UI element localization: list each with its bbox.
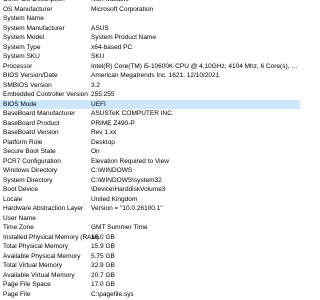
item-cell: System SKU bbox=[3, 53, 40, 60]
value-cell: Desktop bbox=[91, 138, 115, 146]
table-row[interactable]: Locale United Kingdom bbox=[0, 195, 300, 205]
item-cell: BaseBoard Version bbox=[3, 129, 59, 136]
item-cell: Total Virtual Memory bbox=[3, 262, 63, 269]
value-cell: SKU bbox=[91, 53, 105, 60]
table-row[interactable]: System Directory C:\WINDOWS\system32 bbox=[0, 176, 300, 186]
table-row[interactable]: PCR7 Configuration Elevation Required to … bbox=[0, 157, 300, 167]
item-cell: Total Physical Memory bbox=[3, 243, 69, 250]
value-cell: C:\WINDOWS bbox=[91, 167, 133, 174]
table-row[interactable]: Available Physical Memory 5.75 GB bbox=[0, 252, 300, 262]
value-cell: ASUS bbox=[91, 24, 109, 32]
value-cell: 5.75 GB bbox=[91, 252, 115, 260]
value-cell: On bbox=[91, 148, 100, 155]
table-row[interactable]: BaseBoard Manufacturer ASUSTeK COMPUTER I… bbox=[0, 109, 300, 119]
table-row[interactable]: BIOS Version/Date American Megatrends Inc… bbox=[0, 71, 300, 81]
table-row[interactable]: Installed Physical Memory (RAM) 16.0 GB bbox=[0, 233, 300, 243]
value-cell: Microsoft Corporation bbox=[91, 5, 154, 13]
item-cell: Hardware Abstraction Layer bbox=[3, 205, 84, 212]
item-cell: System Name bbox=[3, 15, 44, 22]
table-row[interactable]: Total Physical Memory 15.9 GB bbox=[0, 242, 300, 252]
table-row[interactable]: Time Zone GMT Summer Time bbox=[0, 223, 300, 233]
table-row[interactable]: Page File C:\pagefile.sys bbox=[0, 290, 300, 300]
item-cell: System Directory bbox=[3, 176, 53, 184]
value-cell: American Megatrends Inc. 1621, 12/10/202… bbox=[91, 72, 220, 79]
item-cell: Page File bbox=[3, 290, 31, 298]
value-cell: 255.255 bbox=[91, 91, 115, 98]
table-row[interactable]: Platform Role Desktop bbox=[0, 138, 300, 148]
value-cell: 3.2 bbox=[91, 81, 101, 89]
table-row[interactable]: Processor Intel(R) Core(TM) i5-10600K CPU… bbox=[0, 62, 300, 72]
value-cell: Version = "10.0.26100.1" bbox=[91, 205, 163, 212]
item-cell: System Model bbox=[3, 34, 45, 41]
value-cell: United Kingdom bbox=[91, 195, 138, 203]
value-cell: \Device\HarddiskVolume3 bbox=[91, 186, 166, 193]
table-row[interactable]: Secure Boot State On bbox=[0, 147, 300, 157]
value-cell: System Product Name bbox=[91, 34, 157, 41]
item-cell: User Name bbox=[3, 214, 36, 222]
item-cell: Processor bbox=[3, 62, 33, 70]
item-cell: BIOS Version/Date bbox=[3, 72, 58, 79]
table-row[interactable]: System Manufacturer ASUS bbox=[0, 24, 300, 34]
table-row[interactable]: Page File Space 17.0 GB bbox=[0, 280, 300, 290]
item-cell: Available Virtual Memory bbox=[3, 271, 75, 279]
value-cell: C:\WINDOWS\system32 bbox=[91, 176, 162, 184]
item-cell: BaseBoard Product bbox=[3, 119, 60, 127]
table-row[interactable]: System SKU SKU bbox=[0, 52, 300, 62]
item-cell: Page File Space bbox=[3, 281, 51, 288]
table-row[interactable]: Hardware Abstraction Layer Version = "10.… bbox=[0, 204, 300, 214]
item-cell: Installed Physical Memory (RAM) bbox=[3, 233, 100, 241]
value-cell: Elevation Required to View bbox=[91, 157, 169, 165]
value-cell: GMT Summer Time bbox=[91, 224, 148, 231]
item-cell: System Manufacturer bbox=[3, 24, 65, 32]
item-cell: PCR7 Configuration bbox=[3, 157, 61, 165]
item-cell: SMBIOS Version bbox=[3, 81, 52, 89]
item-cell: Available Physical Memory bbox=[3, 252, 81, 260]
value-cell: x64-based PC bbox=[91, 43, 133, 51]
table-row[interactable]: BaseBoard Product PRIME Z490-P bbox=[0, 119, 300, 129]
item-cell: OS Manufacturer bbox=[3, 5, 53, 13]
item-cell: Embedded Controller Version bbox=[3, 91, 88, 98]
item-cell: Platform Role bbox=[3, 138, 43, 146]
table-row[interactable]: Embedded Controller Version 255.255 bbox=[0, 90, 300, 100]
table-row[interactable]: Available Virtual Memory 20.7 GB bbox=[0, 271, 300, 281]
value-cell: 32.9 GB bbox=[91, 262, 115, 269]
table-row[interactable]: Total Virtual Memory 32.9 GB bbox=[0, 261, 300, 271]
item-cell: BIOS Mode bbox=[3, 100, 37, 108]
item-cell: Boot Device bbox=[3, 186, 39, 193]
value-cell: 17.0 GB bbox=[91, 281, 115, 288]
table-row[interactable]: OS Manufacturer Microsoft Corporation bbox=[0, 5, 300, 15]
table-row[interactable]: User Name bbox=[0, 214, 300, 224]
value-cell: 15.9 GB bbox=[91, 243, 115, 250]
table-row[interactable]: System Type x64-based PC bbox=[0, 43, 300, 53]
table-row[interactable]: System Name bbox=[0, 14, 300, 24]
item-cell: Windows Directory bbox=[3, 167, 58, 174]
item-cell: Locale bbox=[3, 195, 23, 203]
value-cell: Intel(R) Core(TM) i5-10600K CPU @ 4.10GH… bbox=[91, 62, 298, 70]
item-cell: Time Zone bbox=[3, 224, 34, 231]
table-row[interactable]: BaseBoard Version Rev 1.xx bbox=[0, 128, 300, 138]
table-row[interactable]: System Model System Product Name bbox=[0, 33, 300, 43]
value-cell: Rev 1.xx bbox=[91, 129, 117, 136]
value-cell: 16.0 GB bbox=[91, 233, 115, 241]
table-row[interactable]: Boot Device \Device\HarddiskVolume3 bbox=[0, 185, 300, 195]
table-row[interactable]: SMBIOS Version 3.2 bbox=[0, 81, 300, 91]
value-cell: ASUSTeK COMPUTER INC. bbox=[91, 110, 174, 117]
value-cell: 20.7 GB bbox=[91, 271, 115, 279]
table-row[interactable]: Windows Directory C:\WINDOWS bbox=[0, 166, 300, 176]
value-cell: UEFI bbox=[91, 100, 106, 108]
system-summary-table: Other OS DescriptionNot AvailableOS Manu… bbox=[0, 0, 300, 300]
value-cell: PRIME Z490-P bbox=[91, 119, 135, 127]
item-cell: BaseBoard Manufacturer bbox=[3, 110, 76, 117]
item-cell: Secure Boot State bbox=[3, 148, 56, 155]
value-cell: C:\pagefile.sys bbox=[91, 290, 134, 298]
item-cell: System Type bbox=[3, 43, 41, 51]
table-row[interactable]: BIOS Mode UEFI bbox=[0, 99, 300, 109]
